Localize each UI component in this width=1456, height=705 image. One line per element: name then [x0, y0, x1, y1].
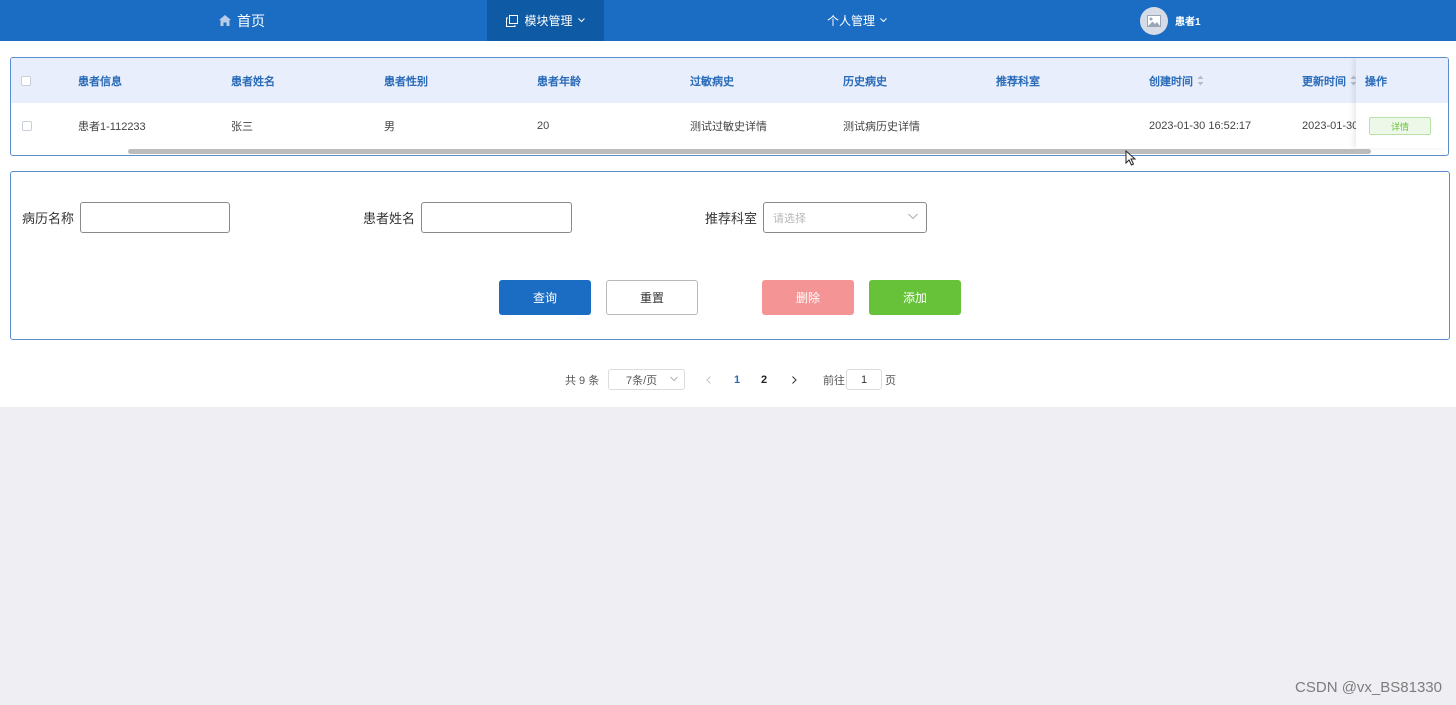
- column-header: 历史病史: [843, 75, 887, 88]
- column-header-label: 创建时间: [1149, 75, 1193, 88]
- column-header: 过敏病史: [690, 75, 734, 88]
- column-header: 患者信息: [78, 75, 122, 88]
- nav-home[interactable]: 首页: [200, 0, 284, 41]
- cell-updated-time: 2023-01-30: [1302, 119, 1358, 132]
- page-suffix: 页: [885, 374, 896, 387]
- cell-gender: 男: [384, 120, 395, 133]
- page-size-select[interactable]: 7条/页: [608, 369, 685, 390]
- department-select[interactable]: 请选择: [763, 202, 927, 233]
- delete-button[interactable]: 删除: [762, 280, 854, 315]
- nav-module-management[interactable]: 模块管理: [487, 0, 604, 41]
- patient-table: 患者信息 患者姓名 患者性别 患者年龄 过敏病史 历史病史 推荐科室 创建时间 …: [10, 57, 1449, 156]
- detail-button[interactable]: 详情: [1369, 117, 1431, 135]
- copy-icon: [506, 14, 519, 27]
- department-placeholder: 请选择: [773, 212, 806, 225]
- chevron-down-icon: [880, 18, 887, 23]
- search-form: 病历名称 患者姓名 推荐科室 请选择 查询 重置 删除 添加: [10, 171, 1450, 340]
- chevron-down-icon: [577, 18, 585, 23]
- page-number-1[interactable]: 1: [730, 369, 744, 390]
- page-number-2[interactable]: 2: [757, 369, 771, 390]
- department-label: 推荐科室: [705, 211, 758, 226]
- avatar: [1140, 6, 1168, 35]
- user-name: 患者1: [1175, 17, 1201, 28]
- nav-personal-management[interactable]: 个人管理: [800, 0, 914, 41]
- pagination-total: 共 9 条: [565, 374, 600, 387]
- watermark: CSDN @vx_BS81330: [1295, 679, 1442, 696]
- select-all-checkbox[interactable]: [21, 58, 35, 103]
- nav-personal-label: 个人管理: [826, 14, 875, 28]
- home-icon: [219, 15, 231, 26]
- column-header: 操作: [1356, 58, 1448, 103]
- nav-module-label: 模块管理: [524, 14, 573, 28]
- image-icon: [1147, 14, 1161, 27]
- column-header-sortable[interactable]: 更新时间: [1302, 58, 1362, 103]
- sort-icon[interactable]: [1197, 75, 1204, 86]
- column-header: 患者姓名: [231, 75, 275, 88]
- column-header-sortable[interactable]: 创建时间: [1149, 58, 1289, 103]
- cell-patient-info: 患者1-112233: [78, 120, 146, 133]
- column-header-label: 更新时间: [1302, 75, 1346, 88]
- chevron-down-icon: [670, 376, 678, 382]
- nav-home-label: 首页: [237, 12, 265, 29]
- goto-page-input[interactable]: [846, 369, 882, 390]
- cell-created-time: 2023-01-30 16:52:17: [1149, 119, 1252, 132]
- horizontal-scrollbar[interactable]: [11, 148, 1448, 155]
- reset-button[interactable]: 重置: [606, 280, 698, 315]
- chevron-right-icon: [791, 375, 797, 384]
- chevron-left-icon: [705, 375, 711, 384]
- patient-name-input[interactable]: [421, 202, 572, 233]
- cell-age: 20: [537, 119, 550, 132]
- column-header: 患者性别: [384, 75, 428, 88]
- page-size-value: 7条/页: [626, 374, 658, 387]
- add-button[interactable]: 添加: [869, 280, 961, 315]
- next-page-button[interactable]: [789, 369, 799, 390]
- top-nav: 首页 模块管理 个人管理 患者1: [0, 0, 1456, 41]
- patient-name-label: 患者姓名: [363, 211, 416, 226]
- chevron-down-icon: [908, 213, 918, 220]
- table-header: 患者信息 患者姓名 患者性别 患者年龄 过敏病史 历史病史 推荐科室 创建时间 …: [11, 58, 1448, 103]
- mouse-cursor-icon: [1125, 149, 1137, 169]
- action-column: 操作 详情: [1356, 58, 1448, 148]
- cell-allergy-history: 测试过敏史详情: [690, 120, 767, 133]
- prev-page-button[interactable]: [703, 369, 713, 390]
- goto-label: 前往: [823, 374, 845, 387]
- scrollbar-thumb[interactable]: [128, 149, 1371, 154]
- cell-department: [996, 103, 1136, 148]
- row-checkbox[interactable]: [22, 103, 36, 148]
- nav-user-menu[interactable]: 患者1: [1140, 0, 1230, 41]
- record-name-input[interactable]: [80, 202, 230, 233]
- column-header: 推荐科室: [996, 75, 1040, 88]
- record-name-label: 病历名称: [22, 211, 75, 226]
- cell-patient-name: 张三: [231, 120, 253, 133]
- column-header: 患者年龄: [537, 75, 581, 88]
- cell-medical-history: 测试病历史详情: [843, 120, 920, 133]
- table-row[interactable]: 患者1-112233 张三 男 20 测试过敏史详情 测试病历史详情 2023-…: [11, 103, 1448, 148]
- query-button[interactable]: 查询: [499, 280, 591, 315]
